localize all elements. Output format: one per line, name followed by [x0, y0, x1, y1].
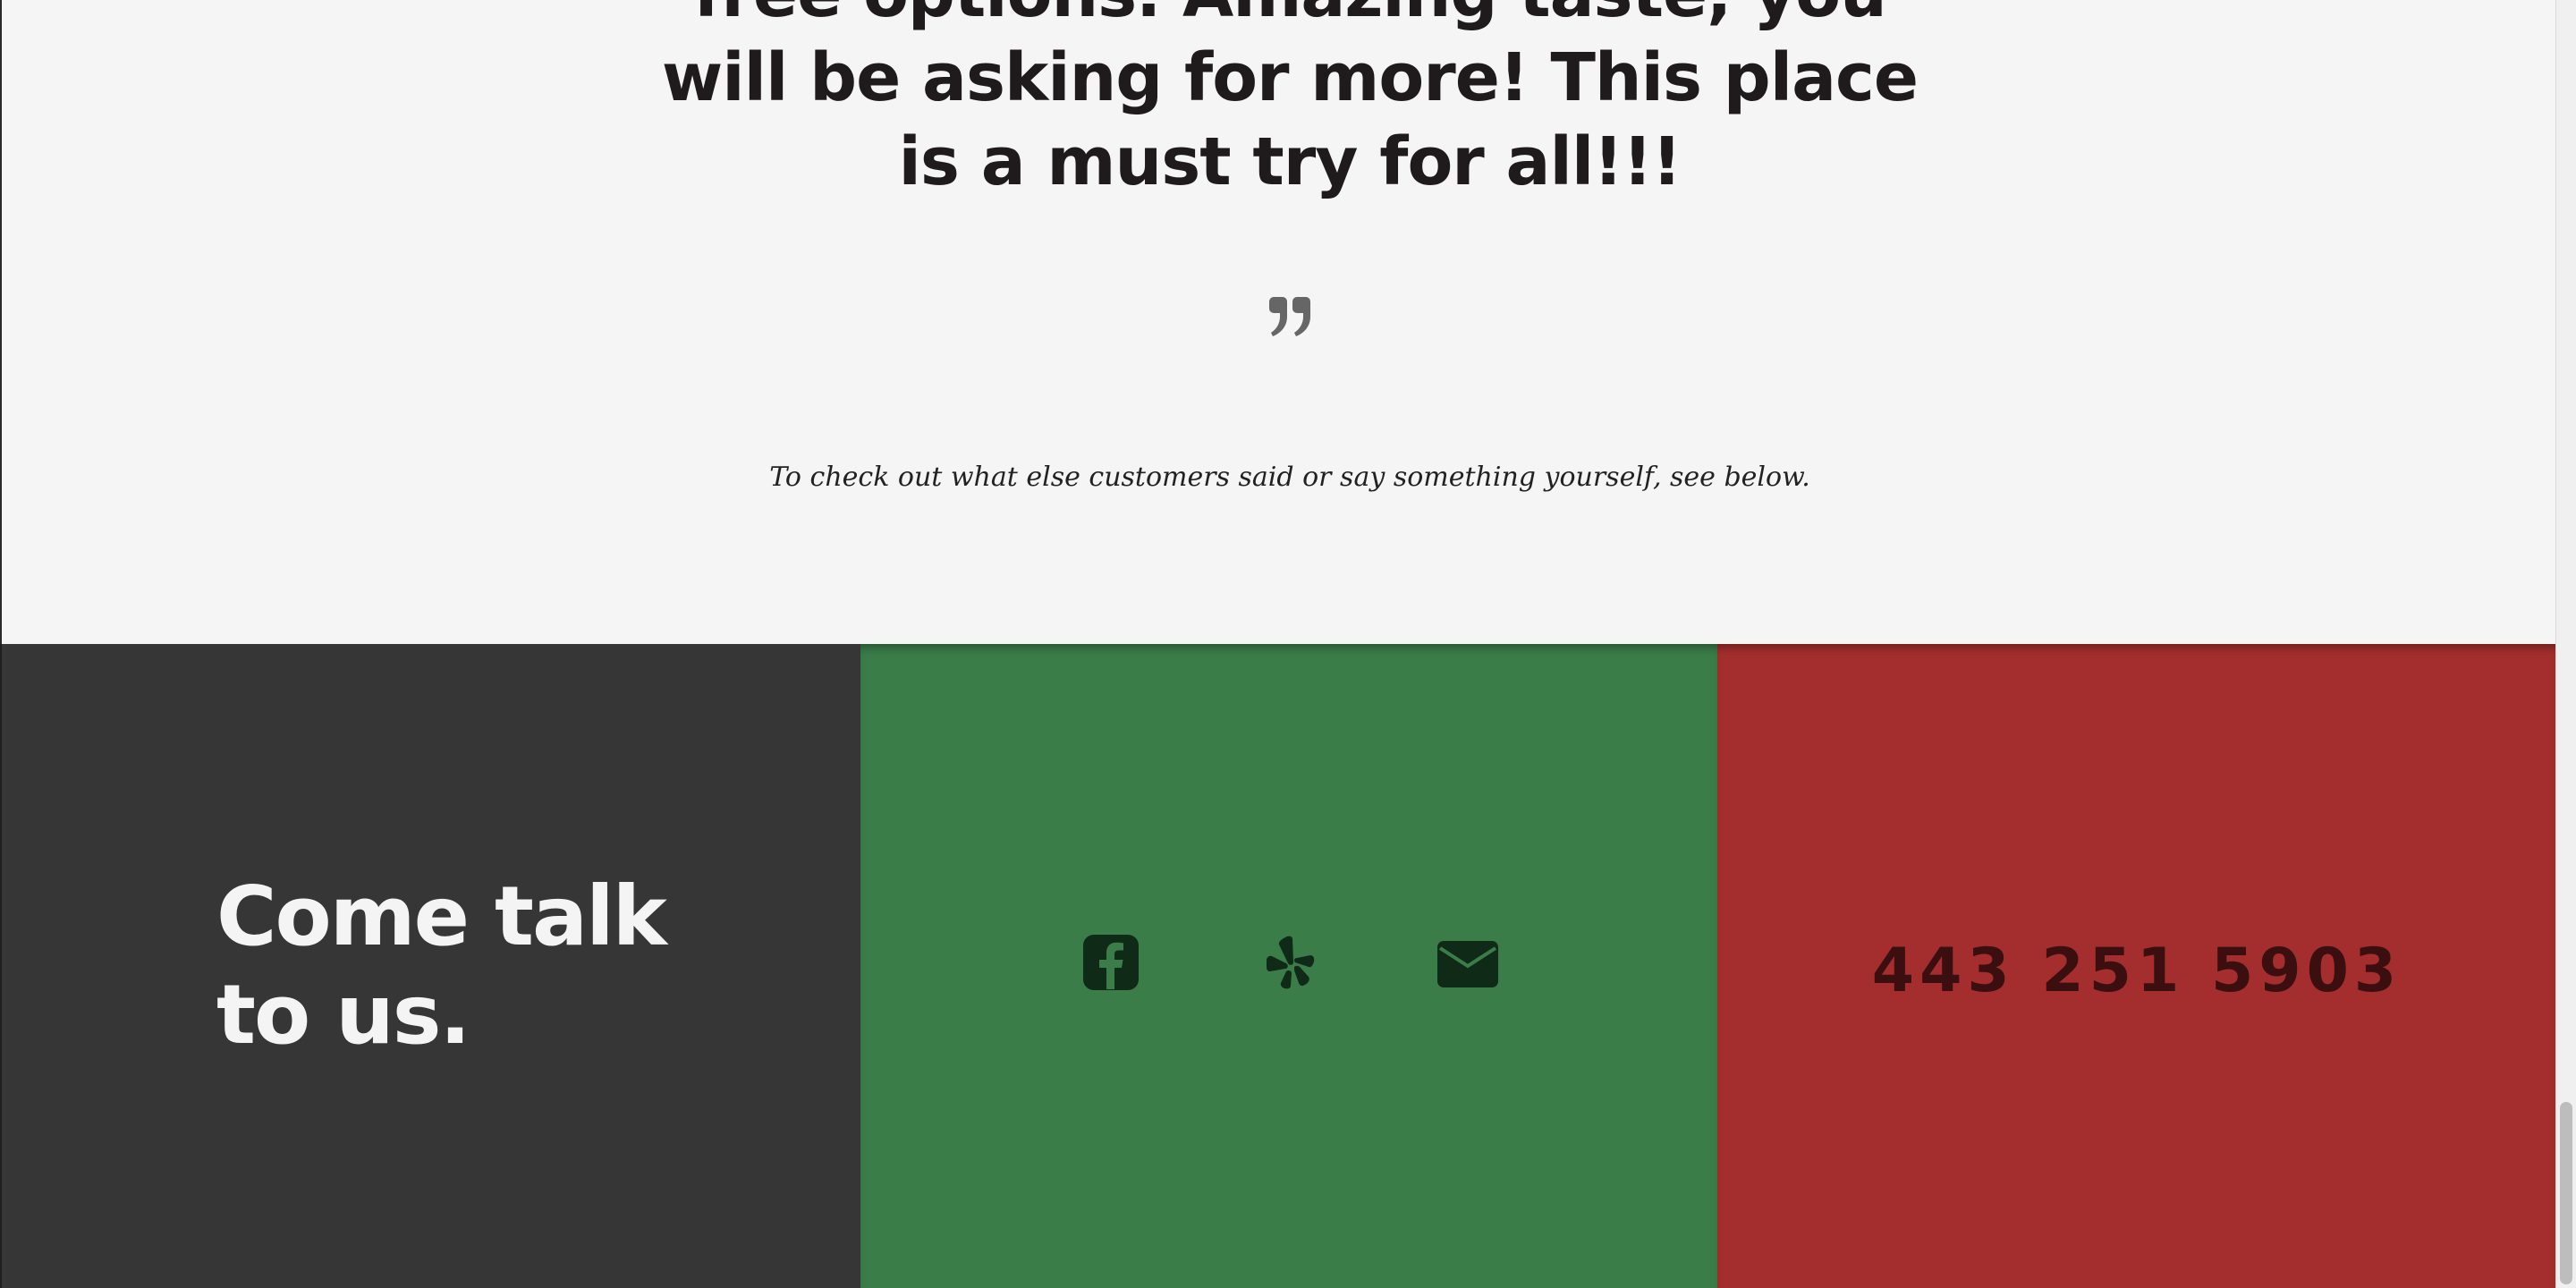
email-icon[interactable]	[1436, 934, 1499, 991]
testimonial-caption: To check out what else customers said or…	[769, 462, 1810, 493]
yelp-icon[interactable]	[1261, 934, 1318, 991]
contact-heading-line: to us.	[216, 967, 470, 1063]
quote-line: is a must try for all!!!	[898, 123, 1682, 200]
page: free options. Amazing taste, you will be …	[0, 0, 2576, 1288]
contact-heading-panel: Come talk to us.	[0, 644, 860, 1288]
contact-heading-line: Come talk	[216, 869, 667, 964]
testimonial-quote: free options. Amazing taste, you will be …	[628, 0, 1952, 204]
phone-number[interactable]: 443 251 5903	[1717, 936, 2556, 1006]
contact-heading: Come talk to us.	[216, 868, 771, 1064]
scrollbar[interactable]	[2555, 0, 2576, 1288]
facebook-icon[interactable]	[1082, 934, 1140, 991]
quote-line: will be asking for more! This place	[661, 39, 1919, 116]
quote-line: free options. Amazing taste, you	[693, 0, 1887, 32]
testimonial-section: free options. Amazing taste, you will be …	[0, 0, 2556, 644]
scrollbar-thumb[interactable]	[2560, 1102, 2572, 1284]
closing-quote-icon	[1269, 297, 1310, 336]
phone-panel: 443 251 5903	[1717, 644, 2556, 1288]
